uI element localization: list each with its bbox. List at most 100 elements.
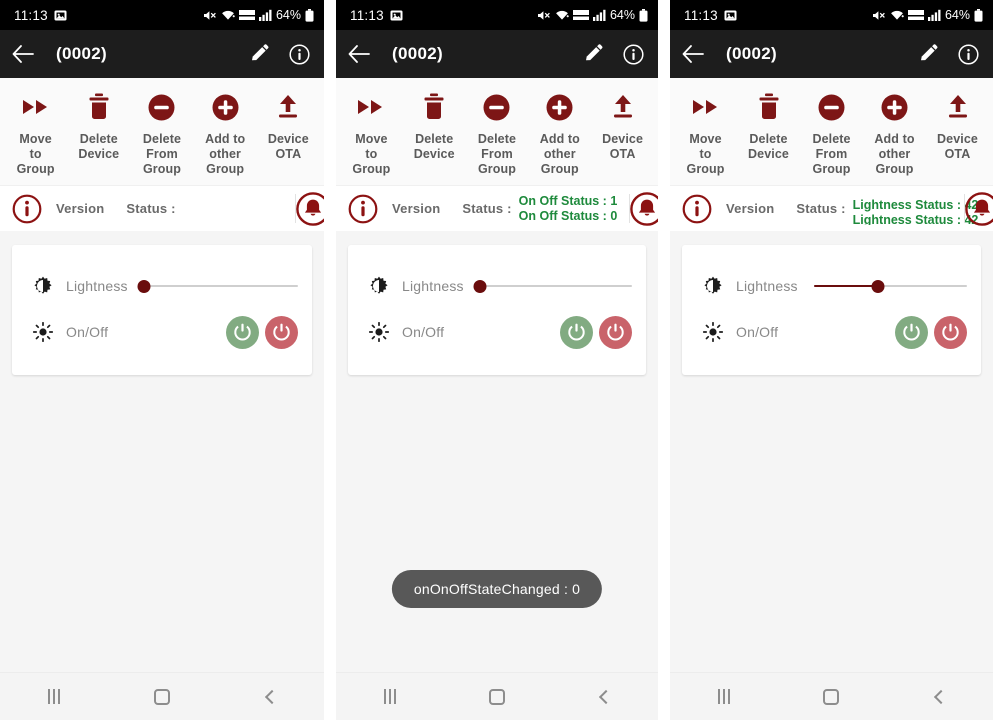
recent-apps-icon[interactable] [360,678,420,716]
phone-screen-2: 11:13 64% (0002) Move to Group Delete De… [336,0,658,720]
delete-device-button[interactable]: Delete Device [67,92,130,162]
power-buttons [108,315,298,349]
delete-from-group-button[interactable]: Delete From Group [800,92,863,177]
volte-icon [238,9,255,21]
minus-circle-icon [818,92,845,122]
bell-circle-icon[interactable] [630,191,658,226]
app-bar: (0002) [0,30,324,78]
version-label: Version [56,201,105,216]
upload-ota-icon [946,92,970,122]
gallery-icon [54,9,67,22]
delete-device-label: Delete Device [78,132,120,161]
info-circle-icon[interactable] [958,43,979,65]
home-icon[interactable] [467,678,527,716]
onoff-row: On/Off [26,309,298,355]
status-label: Status : [462,201,512,216]
three-phone-screenshots: 11:13 64% (0002) Move to Group Delete De… [0,0,993,720]
delete-from-group-label: Delete From Group [812,132,851,176]
power-on-button[interactable] [560,315,593,349]
page-title: (0002) [56,44,107,63]
power-on-button[interactable] [895,315,928,349]
back-nav-icon[interactable] [240,678,300,716]
minus-circle-icon [148,92,175,122]
move-to-group-button[interactable]: Move to Group [674,92,737,177]
lightness-slider[interactable] [473,277,632,295]
delete-from-group-label: Delete From Group [142,132,182,176]
version-status-bar: Version Status : On Off Status : 1 On Off… [336,185,658,231]
device-ota-label: Device OTA [937,132,978,161]
slider-thumb[interactable] [473,279,487,293]
gallery-icon [390,9,403,22]
pencil-edit-icon[interactable] [249,44,269,64]
status-bar: 11:13 64% [336,0,658,30]
power-off-button[interactable] [599,315,632,349]
android-nav-bar [336,672,658,720]
onoff-row: On/Off [362,309,632,355]
toast-message: onOnOffStateChanged : 0 [391,570,603,608]
device-ota-button[interactable]: Device OTA [257,92,320,162]
info-circle-icon[interactable] [623,43,644,65]
delete-device-button[interactable]: Delete Device [737,92,800,162]
trash-delete-icon [87,92,111,122]
delete-from-group-label: Delete From Group [477,132,517,176]
bell-circle-icon[interactable] [296,191,324,226]
delete-device-button[interactable]: Delete Device [403,92,466,162]
plus-circle-icon [881,92,908,122]
lightness-label: Lightness [402,278,464,294]
bell-circle-icon[interactable] [965,191,993,226]
recent-apps-icon[interactable] [24,678,84,716]
action-toolbar: Move to Group Delete Device Delete From Group… [670,78,993,185]
volte-icon [907,9,924,21]
status-bar: 11:13 64% [0,0,324,30]
device-ota-button[interactable]: Device OTA [591,92,654,162]
trash-delete-icon [757,92,781,122]
info-circle-outline-icon[interactable] [682,194,712,224]
power-off-button[interactable] [265,315,298,349]
page-title: (0002) [726,44,777,63]
delete-from-group-button[interactable]: Delete From Group [130,92,193,177]
lightness-slider[interactable] [137,277,298,295]
version-status-bar: Version Status : [0,185,324,231]
info-circle-outline-icon[interactable] [348,194,378,224]
lightness-label: Lightness [736,278,798,294]
home-icon[interactable] [801,678,861,716]
pencil-edit-icon[interactable] [918,44,938,64]
power-on-button[interactable] [226,315,259,349]
add-to-other-group-button[interactable]: Add to other Group [194,92,257,177]
fast-forward-icon [356,92,386,122]
status-bar-clock: 11:13 [684,7,718,23]
back-nav-icon[interactable] [574,678,634,716]
power-off-button[interactable] [934,315,967,349]
recent-apps-icon[interactable] [694,678,754,716]
lightness-slider[interactable] [813,277,967,295]
status-label: Status : [796,201,846,216]
slider-thumb[interactable] [871,279,885,293]
move-to-group-button[interactable]: Move to Group [4,92,67,177]
pencil-edit-icon[interactable] [583,44,603,64]
lightness-slider-wrap [128,277,298,295]
lightness-slider-wrap [798,277,967,295]
android-nav-bar [0,672,324,720]
back-nav-icon[interactable] [909,678,969,716]
app-bar: (0002) [336,30,658,78]
delete-from-group-button[interactable]: Delete From Group [466,92,529,177]
info-circle-outline-icon[interactable] [12,194,42,224]
back-arrow-icon[interactable] [12,45,34,63]
move-to-group-button[interactable]: Move to Group [340,92,403,177]
brightness-contrast-icon [26,276,60,296]
add-to-other-group-button[interactable]: Add to other Group [863,92,926,177]
plus-circle-icon [212,92,239,122]
back-arrow-icon[interactable] [348,45,370,63]
android-nav-bar [670,672,993,720]
home-icon[interactable] [132,678,192,716]
lightness-row: Lightness [362,263,632,309]
sun-brightness-icon [696,322,730,342]
status-label: Status : [126,201,176,216]
status-bar-icons: 64% [872,8,983,22]
back-arrow-icon[interactable] [682,45,704,63]
device-ota-button[interactable]: Device OTA [926,92,989,162]
info-circle-icon[interactable] [289,43,310,65]
slider-thumb[interactable] [137,279,151,293]
add-to-other-group-button[interactable]: Add to other Group [528,92,591,177]
status-bar: 11:13 64% [670,0,993,30]
